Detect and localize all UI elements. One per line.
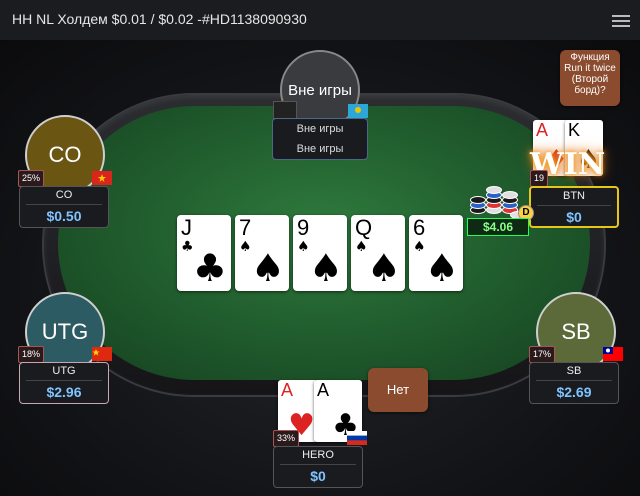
co-nameplate: CO $0.50 [19, 186, 109, 228]
window-titlebar: HH NL Холдем $0.01 / $0.02 -#HD113809093… [0, 0, 640, 41]
vietnam-flag-icon [92, 171, 112, 185]
co-avatar-label: CO [48, 142, 82, 167]
board-card-3-suit-small: ♠ [297, 239, 310, 255]
utg-name: UTG [52, 365, 76, 377]
sitout-card-back [273, 101, 297, 119]
co-name: CO [55, 189, 73, 201]
sitout-nameplate: Вне игры Вне игры [272, 118, 368, 160]
sb-stack: $2.69 [556, 384, 592, 400]
sitout-avatar-label: Вне игры [288, 81, 352, 99]
sb-name: SB [566, 365, 582, 377]
board-card-2-rank: 7 [239, 215, 252, 240]
btn-stack: $0 [566, 209, 582, 225]
russia-flag-icon [347, 431, 367, 445]
board-card-1: J ♣ ♣ [177, 215, 231, 291]
sb-vpip-badge: 17% [529, 346, 555, 363]
china-flag-icon [92, 347, 112, 361]
menu-icon[interactable] [612, 12, 630, 27]
sb-nameplate: SB $2.69 [529, 362, 619, 404]
hero-vpip-badge: 33% [273, 430, 299, 447]
board-card-5-suit: ♠ [424, 246, 459, 290]
run-it-twice-text: Функция Run it twice (Второй борд)? [564, 52, 616, 96]
hero-name: HERO [302, 449, 334, 461]
btn-card-1-rank: A [536, 120, 549, 140]
hero-reply-text: Нет [386, 382, 410, 397]
board-card-4-rank: Q [355, 215, 373, 240]
co-stack: $0.50 [46, 208, 82, 224]
hero-reply-bubble[interactable]: Нет [368, 368, 428, 412]
sitout-status-line2: Вне игры [296, 143, 344, 155]
hero-nameplate: HERO $0 [273, 446, 363, 488]
board-card-1-rank: J [181, 215, 192, 240]
board-card-4-suit-small: ♠ [355, 239, 368, 255]
board-card-1-suit: ♣ [192, 246, 227, 290]
hero-card-1-rank: A [281, 380, 294, 400]
board-card-2: 7 ♠ ♠ [235, 215, 289, 291]
btn-card-2-rank: K [568, 120, 581, 140]
board-card-5-suit-small: ♠ [413, 239, 426, 255]
utg-avatar-label: UTG [41, 319, 89, 344]
pot-amount: $4.06 [467, 218, 529, 236]
board-card-2-suit-small: ♠ [239, 239, 252, 255]
board-card-3: 9 ♠ ♠ [293, 215, 347, 291]
board-card-2-suit: ♠ [250, 246, 285, 290]
board-card-4-suit: ♠ [366, 246, 401, 290]
sb-avatar-label: SB [561, 319, 591, 344]
hero-stack: $0 [310, 468, 326, 484]
utg-vpip-badge: 18% [18, 346, 44, 363]
board-card-4: Q ♠ ♠ [351, 215, 405, 291]
board-card-1-suit-small: ♣ [181, 239, 194, 255]
board-card-5-rank: 6 [413, 215, 426, 240]
utg-stack: $2.96 [46, 384, 82, 400]
taiwan-flag-icon [603, 347, 623, 361]
window-title: HH NL Холдем $0.01 / $0.02 -#HD113809093… [12, 11, 307, 27]
utg-nameplate: UTG $2.96 [19, 362, 109, 404]
hero-card-2-rank: A [317, 380, 330, 400]
run-it-twice-bubble[interactable]: Функция Run it twice (Второй борд)? [560, 50, 620, 106]
co-vpip-badge: 25% [18, 170, 44, 187]
board-card-3-rank: 9 [297, 215, 310, 240]
btn-vpip-badge: 19 [530, 170, 548, 187]
board-card-5: 6 ♠ ♠ [409, 215, 463, 291]
sitout-status-line1: Вне игры [296, 123, 344, 135]
board-card-3-suit: ♠ [308, 246, 343, 290]
btn-nameplate: BTN $0 [529, 186, 619, 228]
btn-name: BTN [563, 190, 585, 202]
kazakhstan-flag-icon [348, 104, 368, 118]
